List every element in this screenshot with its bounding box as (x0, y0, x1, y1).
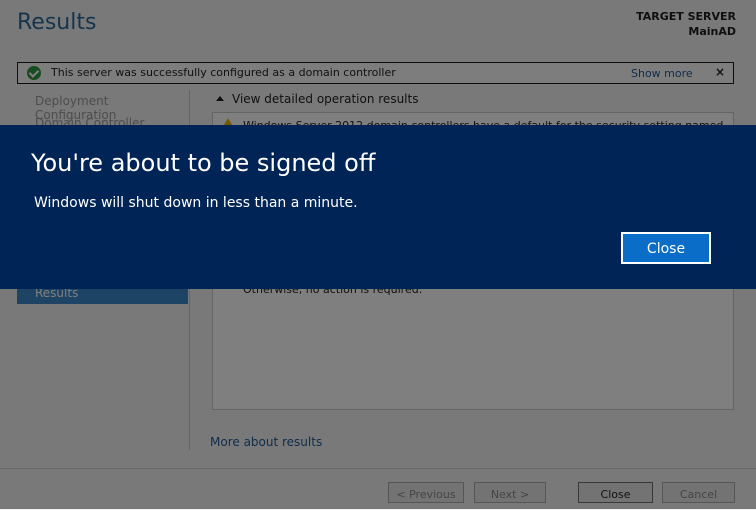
signoff-heading: You're about to be signed off (31, 149, 376, 177)
signoff-dialog: You're about to be signed off Windows wi… (0, 125, 756, 289)
signoff-message: Windows will shut down in less than a mi… (34, 195, 358, 211)
signoff-close-button[interactable]: Close (621, 232, 711, 264)
